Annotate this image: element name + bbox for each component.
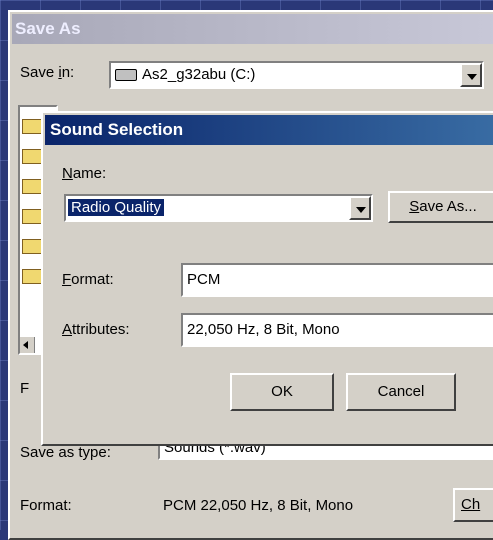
scroll-left-button[interactable] xyxy=(20,337,35,353)
folder-icon[interactable] xyxy=(22,209,42,224)
attributes-label: Attributes: xyxy=(62,321,130,338)
file-name-label-fragment: F xyxy=(20,380,30,397)
folder-icon[interactable] xyxy=(22,119,42,134)
folder-icon[interactable] xyxy=(22,269,42,284)
hard-drive-icon xyxy=(115,69,137,82)
save-as-title-bar: Save As xyxy=(12,14,493,44)
name-label: Name: xyxy=(62,165,107,182)
folder-icon[interactable] xyxy=(22,149,42,164)
choose-button[interactable]: Ch xyxy=(453,488,493,522)
arrow-left-icon xyxy=(23,341,28,349)
name-dropdown-arrow[interactable] xyxy=(349,196,371,220)
sound-selection-dialog: Sound Selection Name: Radio Quality Save… xyxy=(41,111,493,446)
name-value: Radio Quality xyxy=(66,198,166,217)
format-value: PCM xyxy=(187,271,221,288)
cancel-button[interactable]: Cancel xyxy=(346,373,456,411)
attributes-dropdown[interactable]: 22,050 Hz, 8 Bit, Mono xyxy=(181,313,493,347)
save-in-dropdown[interactable]: As2_g32abu (C:) xyxy=(109,61,484,89)
attributes-value: 22,050 Hz, 8 Bit, Mono xyxy=(187,321,340,338)
sound-selection-title-bar: Sound Selection xyxy=(45,115,493,145)
save-as-title: Save As xyxy=(15,19,81,38)
folder-icon[interactable] xyxy=(22,179,42,194)
format-label: Format: xyxy=(20,497,72,514)
save-in-value: As2_g32abu (C:) xyxy=(142,66,256,83)
sound-selection-title: Sound Selection xyxy=(50,120,184,139)
save-as-type-label: Save as type: xyxy=(20,444,111,461)
ok-button[interactable]: OK xyxy=(230,373,334,411)
save-in-label: Save in: xyxy=(20,64,75,81)
save-in-dropdown-arrow[interactable] xyxy=(460,63,482,87)
format-value: PCM 22,050 Hz, 8 Bit, Mono xyxy=(163,497,354,514)
format-field: PCM xyxy=(181,263,493,297)
folder-icon[interactable] xyxy=(22,239,42,254)
name-dropdown[interactable]: Radio Quality xyxy=(64,194,373,222)
format-label: Format: xyxy=(62,271,114,288)
save-as-button[interactable]: Save As... xyxy=(388,191,493,223)
